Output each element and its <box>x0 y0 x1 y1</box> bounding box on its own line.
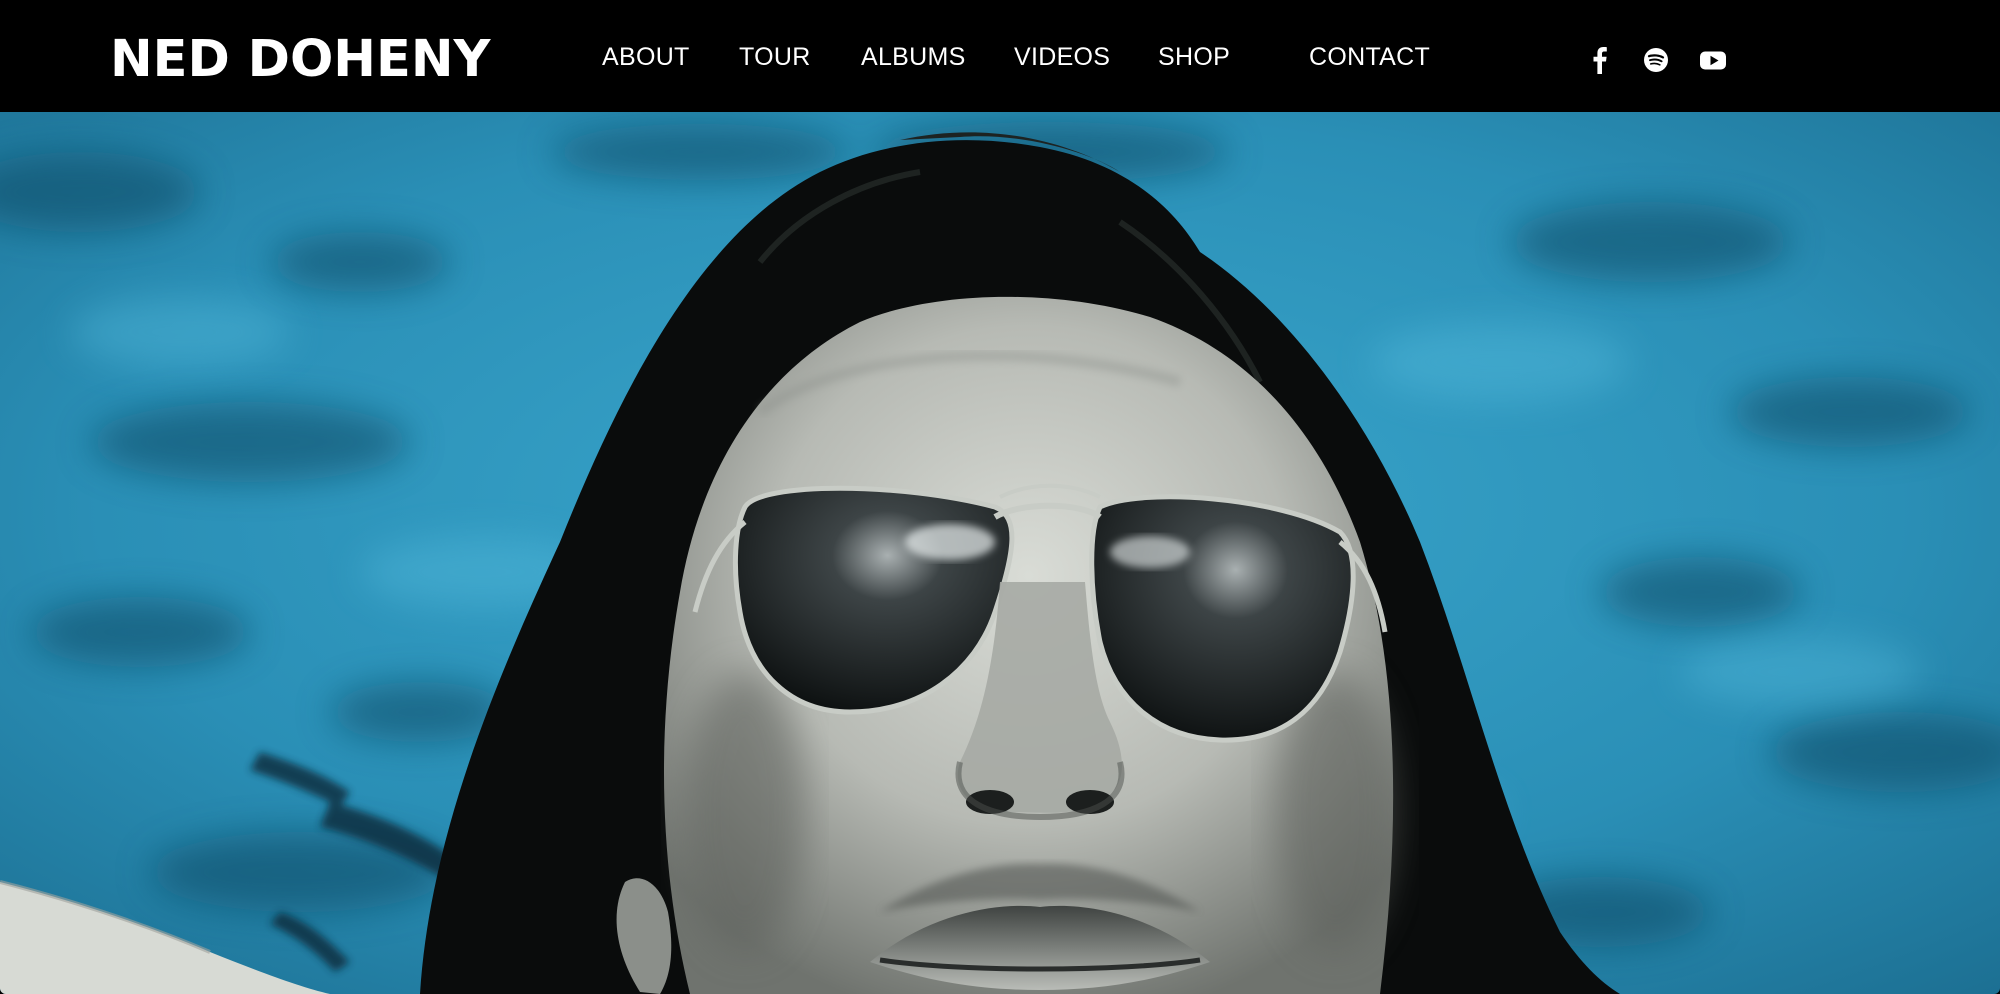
site-header: NED DOHENY ABOUT TOUR ALBUMS VIDEOS SHOP… <box>0 0 2000 112</box>
youtube-icon[interactable] <box>1697 44 1729 76</box>
site-logo[interactable]: NED DOHENY <box>110 30 490 90</box>
nav-contact[interactable]: CONTACT <box>1309 42 1430 72</box>
page: NED DOHENY ABOUT TOUR ALBUMS VIDEOS SHOP… <box>0 0 2000 994</box>
nav-about[interactable]: ABOUT <box>602 42 690 72</box>
nav-tour[interactable]: TOUR <box>739 42 811 72</box>
hero-portrait-illustration <box>0 112 2000 994</box>
spotify-icon[interactable] <box>1640 44 1672 76</box>
nav-videos[interactable]: VIDEOS <box>1014 42 1110 72</box>
nav-albums[interactable]: ALBUMS <box>861 42 966 72</box>
facebook-icon[interactable] <box>1584 44 1616 76</box>
hero-image <box>0 112 2000 994</box>
nav-shop[interactable]: SHOP <box>1158 42 1230 72</box>
